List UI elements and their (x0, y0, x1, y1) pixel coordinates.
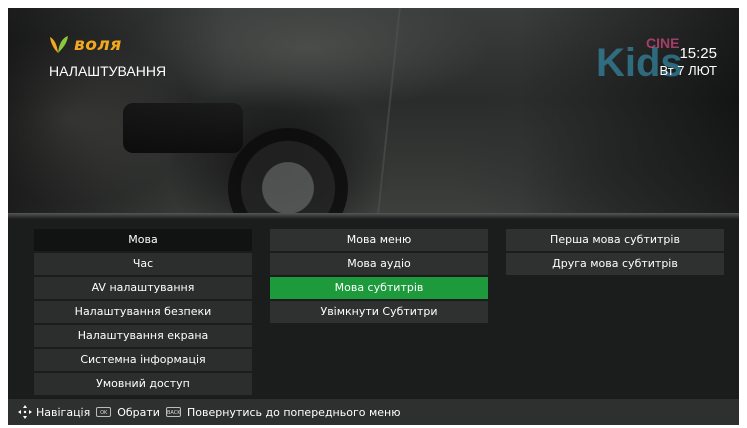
ok-key-icon: OK (96, 407, 112, 417)
menu-item-audio-language[interactable]: Мова аудіо (270, 253, 488, 275)
dpad-arrows-icon (18, 405, 32, 419)
brand-logo: воля (48, 35, 122, 55)
clock: 15:25 Вт 7 ЛЮТ (659, 45, 717, 78)
tv-screen: воля НАЛАШТУВАННЯ Kids CINE 15:25 Вт 7 Л… (8, 8, 739, 425)
menu-item-system-info[interactable]: Системна інформація (34, 349, 252, 371)
clock-time: 15:25 (679, 45, 717, 62)
menu-item-language[interactable]: Мова (34, 229, 252, 251)
subtitle-options-list: Перша мова субтитрів Друга мова субтитрі… (506, 229, 724, 277)
menu-item-screen[interactable]: Налаштування екрана (34, 325, 252, 347)
back-key-icon: BACK (165, 407, 181, 417)
menu-item-second-subtitle-language[interactable]: Друга мова субтитрів (506, 253, 724, 275)
menu-item-first-subtitle-language[interactable]: Перша мова субтитрів (506, 229, 724, 251)
menu-item-menu-language[interactable]: Мова меню (270, 229, 488, 251)
nav-hint-label: Навігація (36, 405, 91, 419)
back-hint-label: Повернутись до попереднього меню (186, 405, 401, 419)
ok-hint-label: Обрати (117, 405, 160, 419)
settings-menu: Мова Час AV налаштування Налаштування бе… (8, 213, 739, 398)
page-title: НАЛАШТУВАННЯ (49, 63, 167, 79)
category-list: Мова Час AV налаштування Налаштування бе… (34, 229, 252, 397)
clock-date: Вт 7 ЛЮТ (659, 63, 717, 78)
leaf-icon (50, 36, 68, 53)
menu-item-subtitle-language[interactable]: Мова субтитрів (270, 277, 488, 299)
menu-item-time[interactable]: Час (34, 253, 252, 275)
menu-item-av-settings[interactable]: AV налаштування (34, 277, 252, 299)
brand-name: воля (74, 35, 122, 55)
menu-item-enable-subtitles[interactable]: Увімкнути Субтитри (270, 301, 488, 323)
language-options-list: Мова меню Мова аудіо Мова субтитрів Увім… (270, 229, 488, 325)
menu-item-security[interactable]: Налаштування безпеки (34, 301, 252, 323)
menu-item-conditional-access[interactable]: Умовний доступ (34, 373, 252, 395)
help-bar: Навігація OK Обрати BACK Повернутись до … (8, 399, 739, 425)
